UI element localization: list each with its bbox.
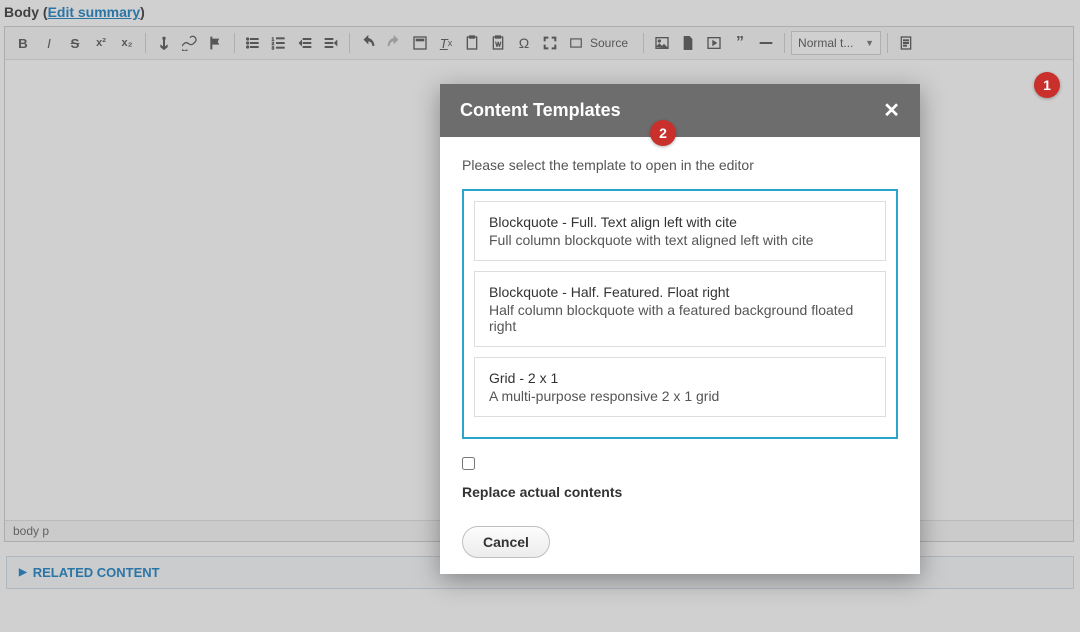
close-icon[interactable]: ✕ — [883, 98, 900, 123]
dialog-titlebar: Content Templates ✕ — [440, 84, 920, 137]
template-title: Grid - 2 x 1 — [489, 370, 871, 386]
replace-contents-label: Replace actual contents — [462, 484, 622, 500]
template-desc: A multi-purpose responsive 2 x 1 grid — [489, 388, 871, 404]
template-title: Blockquote - Half. Featured. Float right — [489, 284, 871, 300]
dialog-title: Content Templates — [460, 100, 621, 121]
template-item[interactable]: Grid - 2 x 1 A multi-purpose responsive … — [474, 357, 886, 417]
annotation-badge-1: 1 — [1034, 72, 1060, 98]
template-title: Blockquote - Full. Text align left with … — [489, 214, 871, 230]
replace-contents-checkbox[interactable] — [462, 457, 475, 470]
template-desc: Half column blockquote with a featured b… — [489, 302, 871, 334]
annotation-badge-2: 2 — [650, 120, 676, 146]
template-item[interactable]: Blockquote - Half. Featured. Float right… — [474, 271, 886, 347]
dialog-message: Please select the template to open in th… — [462, 157, 898, 173]
template-item[interactable]: Blockquote - Full. Text align left with … — [474, 201, 886, 261]
template-desc: Full column blockquote with text aligned… — [489, 232, 871, 248]
template-list[interactable]: Blockquote - Full. Text align left with … — [462, 189, 898, 439]
cancel-button[interactable]: Cancel — [462, 526, 550, 558]
content-templates-dialog: Content Templates ✕ Please select the te… — [440, 84, 920, 574]
